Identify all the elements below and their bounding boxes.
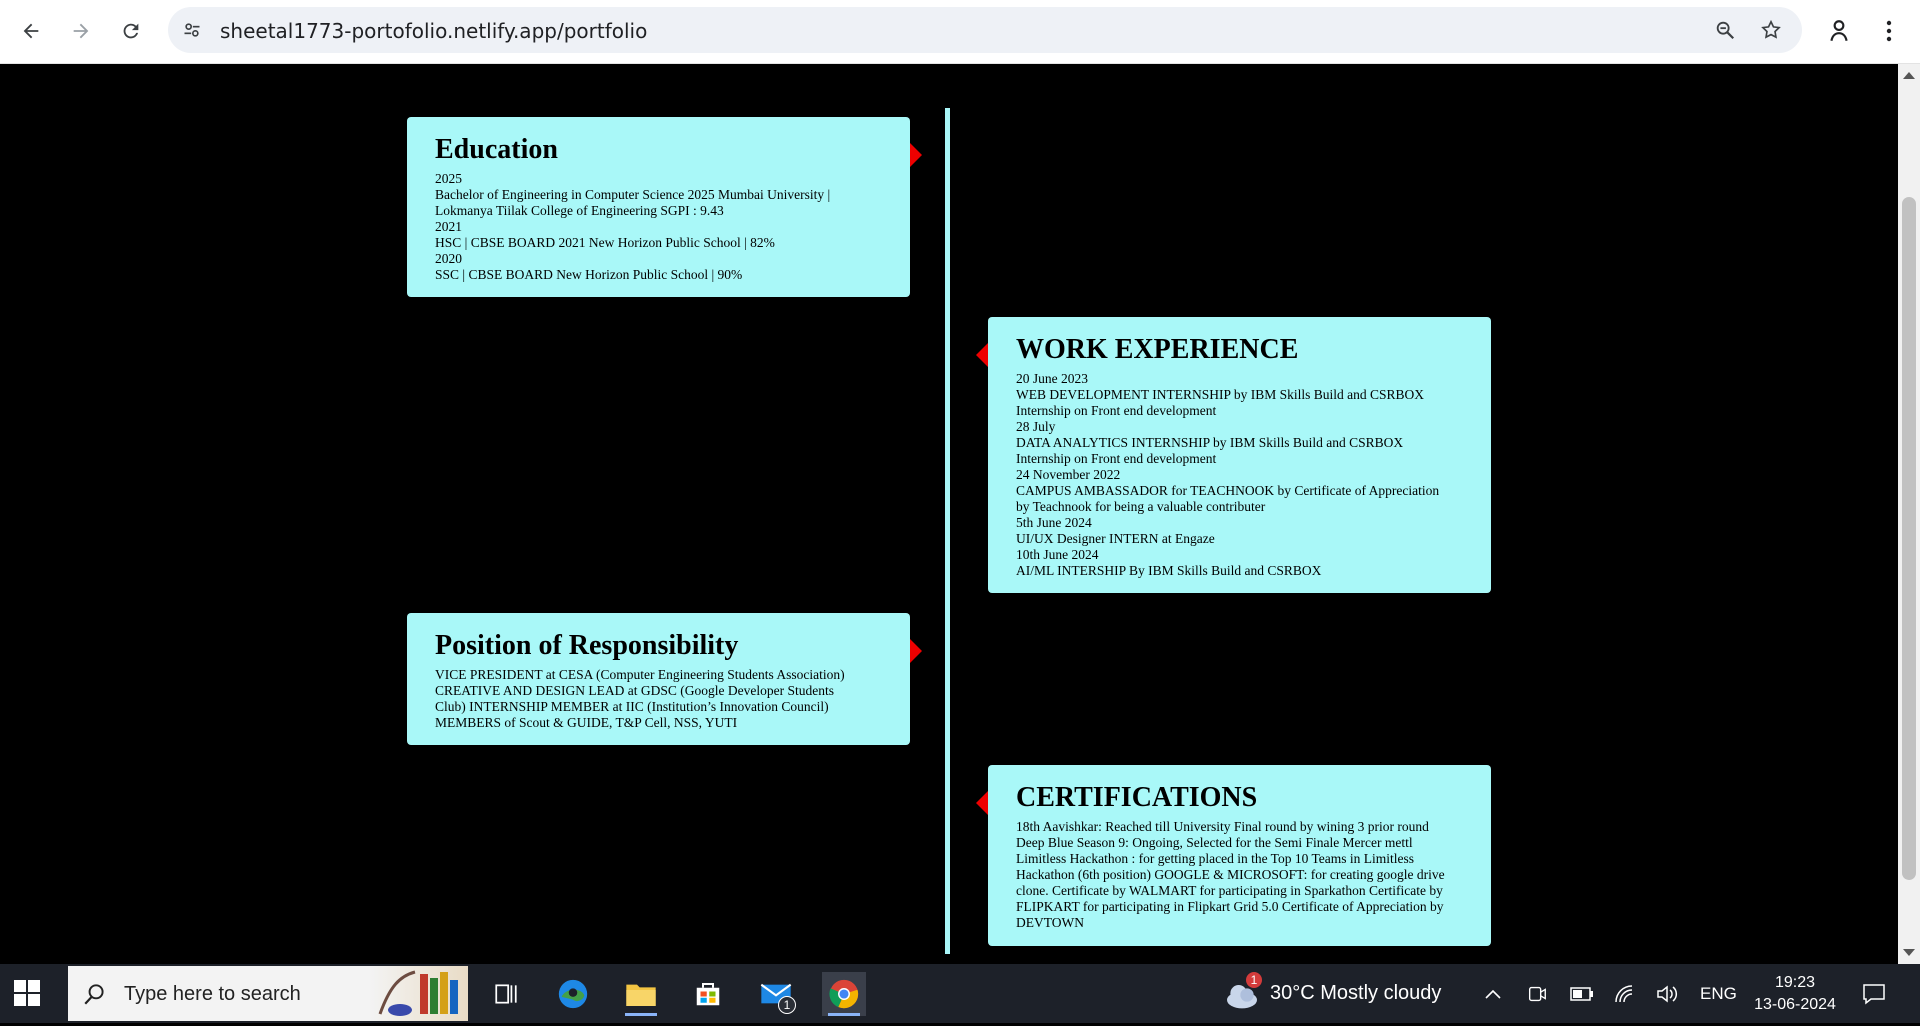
work-experience-arrow-icon [976,343,988,367]
card-line: 2025 [435,171,462,186]
forward-arrow-icon [73,23,89,39]
notifications-icon[interactable] [1862,964,1886,1023]
reload-button[interactable] [114,14,148,48]
card-line: CAMPUS AMBASSADOR for TEACHNOOK by Certi… [1016,483,1440,498]
weather-widget[interactable]: 1 30°C Mostly cloudy [1222,964,1441,1023]
card-line: Internship on Front end development [1016,451,1217,466]
network-wifi-icon[interactable] [1614,964,1636,1023]
chrome-active-indicator [828,1013,860,1016]
task-view-icon[interactable] [484,972,528,1016]
card-line: 10th June 2024 [1016,547,1099,562]
certifications-title: CERTIFICATIONS [1016,782,1258,813]
file-explorer-icon[interactable] [619,972,663,1016]
responsibility-card: Position of Responsibility VICE PRESIDEN… [407,613,910,745]
mail-badge: 1 [778,996,796,1014]
card-line: VICE PRESIDENT at CESA (Computer Enginee… [435,667,845,682]
forward-button[interactable] [64,14,98,48]
card-line: 2020 [435,251,462,266]
mail-icon[interactable]: 1 [754,972,798,1016]
card-line: Lokmanya Tiilak College of Engineering S… [435,203,724,218]
weather-alert-badge: 1 [1246,971,1262,988]
chrome-browser-icon[interactable] [822,972,866,1016]
responsibility-title: Position of Responsibility [435,630,739,661]
card-line: Internship on Front end development [1016,403,1217,418]
certifications-lines: 18th Aavishkar: Reached till University … [1016,819,1463,931]
profile-avatar-icon[interactable] [1822,14,1856,48]
responsibility-lines: VICE PRESIDENT at CESA (Computer Enginee… [435,667,882,731]
back-button[interactable] [14,14,48,48]
battery-icon[interactable] [1570,964,1594,1023]
education-title: Education [435,134,558,165]
url-text[interactable]: sheetal1773-portofolio.netlify.app/portf… [220,19,647,43]
card-line: HSC | CBSE BOARD 2021 New Horizon Public… [435,235,775,250]
card-line: 18th Aavishkar: Reached till University … [1016,819,1429,834]
show-hidden-icons-chevron-icon[interactable] [1484,964,1502,1023]
timeline-line [945,108,950,954]
site-info-icon[interactable] [180,18,204,42]
search-placeholder: Type here to search [124,983,301,1005]
card-line: Hackathon (6th position) GOOGLE & MICROS… [1016,867,1445,882]
browser-toolbar: sheetal1773-portofolio.netlify.app/portf… [0,0,1920,64]
input-language-indicator[interactable]: ENG [1700,964,1737,1023]
zoom-icon[interactable] [1713,18,1737,42]
card-line: clone. Certificate by WALMART for partic… [1016,883,1443,898]
card-line: 2021 [435,219,462,234]
card-line: UI/UX Designer INTERN at Engaze [1016,531,1215,546]
search-highlight-illustration [370,966,468,1021]
card-line: 24 November 2022 [1016,467,1121,482]
system-clock[interactable]: 19:23 13-06-2024 [1750,964,1840,1023]
weather-text: 30°C Mostly cloudy [1270,982,1442,1004]
card-line: MEMBERS of Scout & GUIDE, T&P Cell, NSS,… [435,715,738,730]
browser-menu-icon[interactable] [1872,14,1906,48]
page-viewport: Education 2025 Bachelor of Engineering in… [0,64,1898,964]
card-line: Bachelor of Engineering in Computer Scie… [435,187,831,202]
reload-icon [123,23,139,39]
clock-time: 19:23 [1774,973,1816,991]
clock-date: 13-06-2024 [1754,995,1836,1013]
card-line: 5th June 2024 [1016,515,1092,530]
cloud-weather-icon: 1 [1222,971,1262,1014]
microsoft-store-icon[interactable] [686,972,730,1016]
card-line: AI/ML INTERSHIP By IBM Skills Build and … [1016,563,1322,578]
card-line: DEVTOWN [1016,915,1084,930]
scroll-thumb[interactable] [1902,197,1916,880]
card-line: by Teachnook for being a valuable contri… [1016,499,1266,514]
edge-browser-icon[interactable] [551,972,595,1016]
meet-now-icon[interactable] [1526,964,1548,1023]
volume-speaker-icon[interactable] [1656,964,1680,1023]
scroll-down-arrow-icon[interactable] [1903,949,1915,956]
back-arrow-icon [23,23,39,39]
explorer-active-indicator [625,1013,657,1016]
card-line: FLIPKART for participating in Flipkart G… [1016,899,1444,914]
education-lines: 2025 Bachelor of Engineering in Computer … [435,171,882,283]
card-line: CREATIVE AND DESIGN LEAD at GDSC (Google… [435,683,834,698]
work-experience-title: WORK EXPERIENCE [1016,334,1299,365]
certifications-card: CERTIFICATIONS 18th Aavishkar: Reached t… [988,765,1491,946]
search-icon [84,984,104,1005]
education-arrow-icon [910,143,922,167]
responsibility-arrow-icon [910,639,922,663]
windows-start-icon[interactable] [14,980,40,1006]
work-experience-card: WORK EXPERIENCE 20 June 2023 WEB DEVELOPM… [988,317,1491,593]
windows-taskbar: Type here to search 1 1 30°C Mostly clou… [0,964,1920,1023]
bookmark-star-icon[interactable] [1759,18,1783,42]
education-card: Education 2025 Bachelor of Engineering in… [407,117,910,297]
card-line: 28 July [1016,419,1056,434]
taskbar-search-box[interactable]: Type here to search [68,966,468,1021]
card-line: Deep Blue Season 9: Ongoing, Selected fo… [1016,835,1413,850]
card-line: WEB DEVELOPMENT INTERNSHIP by IBM Skills… [1016,387,1425,402]
work-experience-lines: 20 June 2023 WEB DEVELOPMENT INTERNSHIP b… [1016,371,1463,579]
scroll-up-arrow-icon[interactable] [1903,72,1915,79]
vertical-scrollbar[interactable] [1898,64,1920,964]
card-line: Club) INTERNSHIP MEMBER at IIC (Institut… [435,699,829,714]
card-line: 20 June 2023 [1016,371,1088,386]
address-bar[interactable]: sheetal1773-portofolio.netlify.app/portf… [168,7,1802,53]
card-line: SSC | CBSE BOARD New Horizon Public Scho… [435,267,743,282]
card-line: DATA ANALYTICS INTERNSHIP by IBM Skills … [1016,435,1404,450]
certifications-arrow-icon [976,791,988,815]
card-line: Limitless Hackathon : for getting placed… [1016,851,1415,866]
